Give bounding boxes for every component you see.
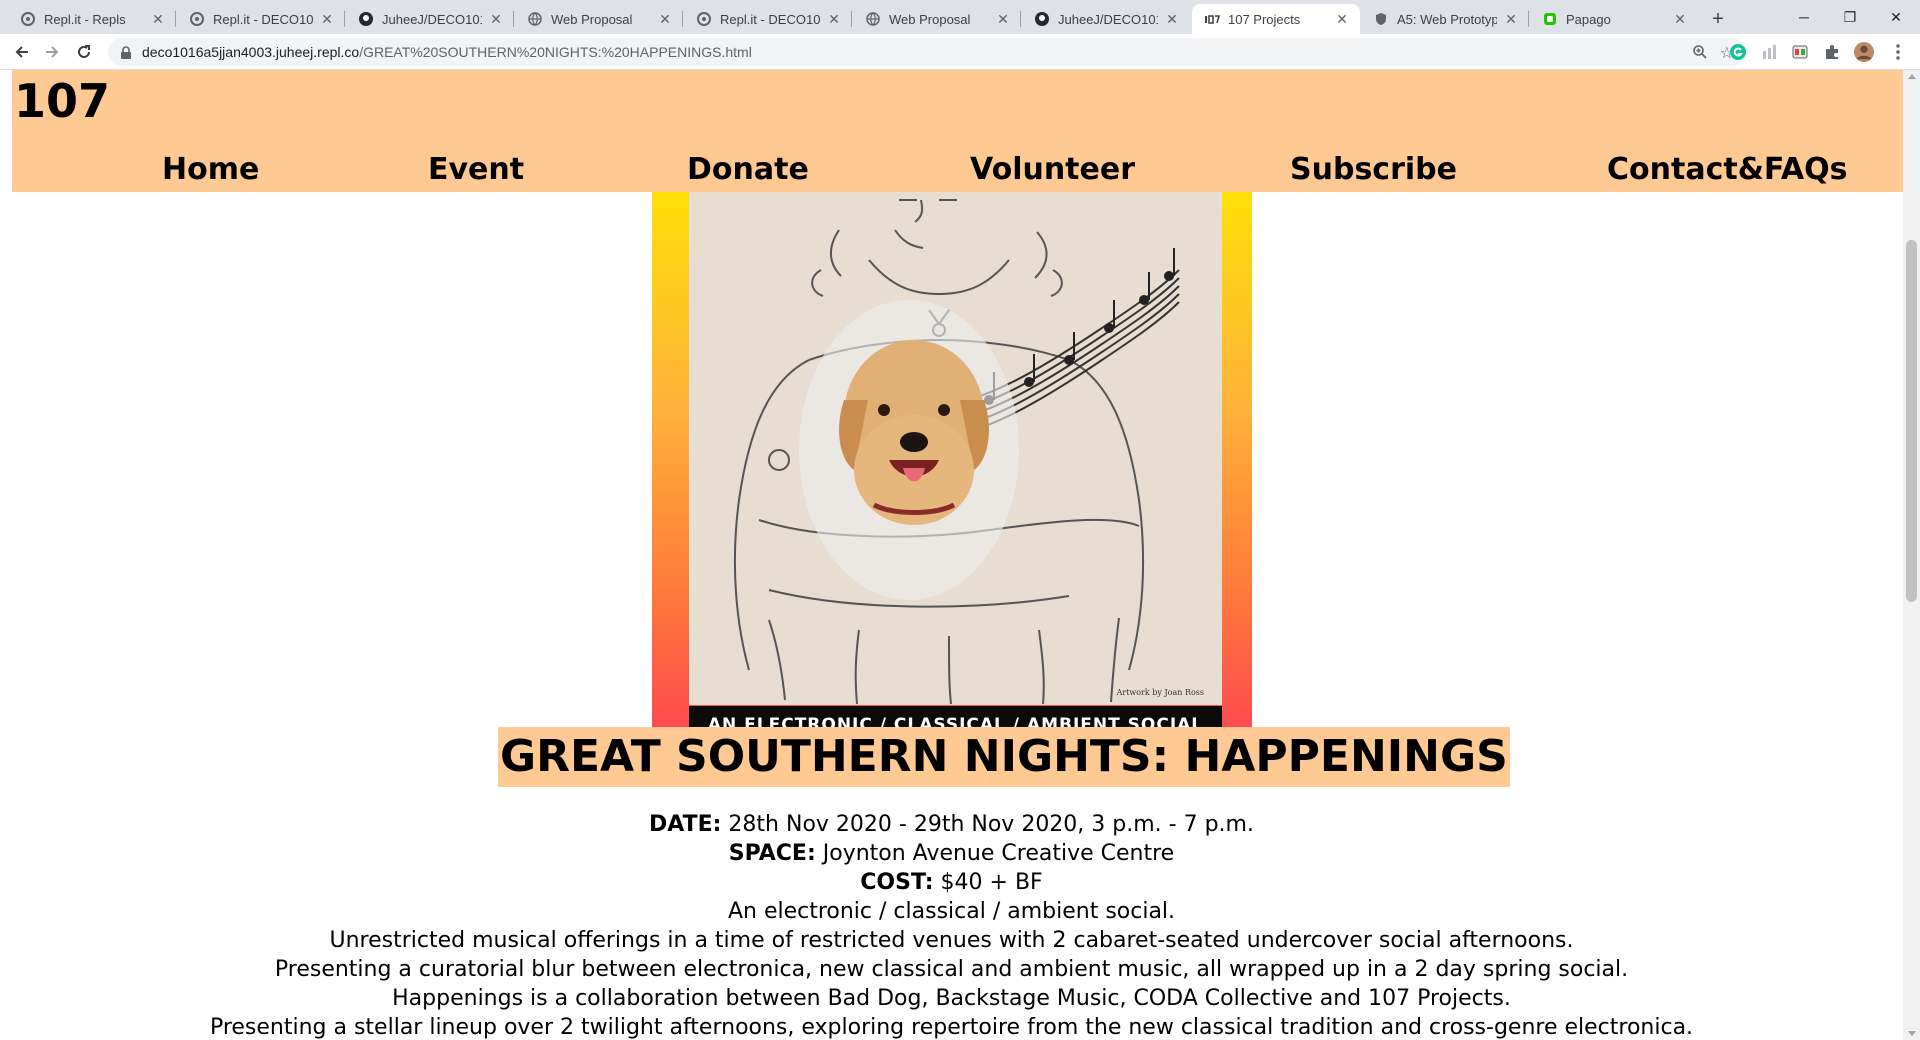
- extensions-puzzle-icon[interactable]: [1822, 42, 1842, 62]
- papago-icon: [1542, 11, 1558, 27]
- forward-button[interactable]: [40, 40, 64, 64]
- globe-icon: [527, 11, 543, 27]
- nav-subscribe[interactable]: Subscribe: [1290, 152, 1457, 187]
- close-icon[interactable]: ✕: [657, 11, 673, 27]
- close-icon[interactable]: ✕: [826, 11, 842, 27]
- site-logo[interactable]: 107: [14, 74, 110, 128]
- browser-toolbar: deco1016a5jjan4003.juheej.repl.co/GREAT%…: [0, 34, 1920, 70]
- close-icon[interactable]: ✕: [319, 11, 335, 27]
- nav-donate[interactable]: Donate: [687, 152, 809, 187]
- tab-replit-deco-2[interactable]: Repl.it - DECO1016 ✕: [684, 4, 852, 34]
- globe-icon: [865, 11, 881, 27]
- tab-web-proposal[interactable]: Web Proposal ✕: [515, 4, 683, 34]
- nav-home[interactable]: Home: [162, 152, 259, 187]
- reload-button[interactable]: [72, 40, 96, 64]
- description-line: Presenting a stellar lineup over 2 twili…: [209, 1015, 1694, 1040]
- address-bar[interactable]: deco1016a5jjan4003.juheej.repl.co/GREAT%…: [108, 38, 1746, 66]
- close-icon[interactable]: ✕: [1672, 11, 1688, 27]
- arrow-right-icon: [46, 46, 59, 58]
- event-date: DATE: 28th Nov 2020 - 29th Nov 2020, 3 p…: [649, 812, 1254, 837]
- browser-menu-icon[interactable]: [1888, 42, 1908, 62]
- profile-avatar[interactable]: [1854, 42, 1874, 62]
- nav-contact-faqs[interactable]: Contact&FAQs: [1607, 152, 1847, 187]
- reload-icon: [78, 45, 90, 58]
- site-107-icon: [1204, 11, 1220, 27]
- poster-illustration: [733, 199, 1180, 705]
- poster-credit: Artwork by Joan Ross: [1116, 688, 1204, 697]
- replit-icon: [20, 11, 36, 27]
- tab-web-prototype[interactable]: A5: Web Prototype ✕: [1361, 4, 1529, 34]
- event-title: GREAT SOUTHERN NIGHTS: HAPPENINGS: [498, 727, 1510, 787]
- url-text: deco1016a5jjan4003.juheej.repl.co/GREAT%…: [142, 44, 752, 60]
- lock-icon: [120, 45, 132, 64]
- site-nav: Home Event Donate Volunteer Subscribe Co…: [12, 152, 1903, 192]
- tab-repls[interactable]: Repl.it - Repls ✕: [8, 4, 176, 34]
- close-window-button[interactable]: ✕: [1868, 0, 1920, 34]
- grammarly-icon[interactable]: [1728, 42, 1748, 62]
- extension-bars-icon[interactable]: [1760, 42, 1780, 62]
- scroll-down-icon[interactable]: [1908, 1031, 1916, 1036]
- arrow-left-icon: [15, 46, 28, 58]
- tab-github-2[interactable]: JuheeJ/DECO1016_ ✕: [1022, 4, 1190, 34]
- scrollbar-thumb[interactable]: [1906, 240, 1917, 602]
- page-scrollbar[interactable]: [1903, 70, 1920, 1040]
- github-icon: [1034, 11, 1050, 27]
- tab-github[interactable]: JuheeJ/DECO1016_ ✕: [346, 4, 514, 34]
- scroll-up-icon[interactable]: [1908, 74, 1916, 79]
- close-icon[interactable]: ✕: [150, 11, 166, 27]
- page-viewport: 107 Home Event Donate Volunteer Subscrib…: [0, 70, 1920, 1040]
- replit-icon: [189, 11, 205, 27]
- event-poster-image: Artwork by Joan Ross AN ELECTRONIC / CLA…: [652, 160, 1252, 775]
- tab-replit-deco[interactable]: Repl.it - DECO1016 ✕: [177, 4, 345, 34]
- nav-event[interactable]: Event: [428, 152, 524, 187]
- event-cost: COST: $40 + BF: [860, 870, 1043, 895]
- tab-papago[interactable]: Papago ✕: [1530, 4, 1698, 34]
- new-tab-button[interactable]: +: [1706, 7, 1730, 31]
- event-details: DATE: 28th Nov 2020 - 29th Nov 2020, 3 p…: [0, 810, 1903, 1040]
- close-icon[interactable]: ✕: [488, 11, 504, 27]
- zoom-icon[interactable]: [1692, 44, 1708, 64]
- tab-107-projects[interactable]: 107 Projects ✕: [1192, 4, 1360, 34]
- event-space: SPACE: Joynton Avenue Creative Centre: [728, 841, 1175, 866]
- extension-color-icon[interactable]: [1790, 42, 1810, 62]
- poster-artwork: Artwork by Joan Ross: [689, 160, 1222, 705]
- description-line: An electronic / classical / ambient soci…: [727, 899, 1176, 924]
- tab-web-proposal-2[interactable]: Web Proposal ✕: [853, 4, 1021, 34]
- close-icon[interactable]: ✕: [1164, 11, 1180, 27]
- shield-icon: [1373, 11, 1389, 27]
- close-icon[interactable]: ✕: [1503, 11, 1519, 27]
- site-header: 107 Home Event Donate Volunteer Subscrib…: [12, 70, 1903, 192]
- github-icon: [358, 11, 374, 27]
- description-line: Unrestricted musical offerings in a time…: [329, 928, 1574, 953]
- tab-strip: Repl.it - Repls ✕ Repl.it - DECO1016 ✕ J…: [0, 0, 1920, 34]
- close-icon[interactable]: ✕: [1334, 11, 1350, 27]
- close-icon[interactable]: ✕: [995, 11, 1011, 27]
- nav-volunteer[interactable]: Volunteer: [970, 152, 1135, 187]
- replit-icon: [696, 11, 712, 27]
- back-button[interactable]: [10, 40, 34, 64]
- description-line: Happenings is a collaboration between Ba…: [392, 986, 1511, 1011]
- description-line: Presenting a curatorial blur between ele…: [274, 957, 1629, 982]
